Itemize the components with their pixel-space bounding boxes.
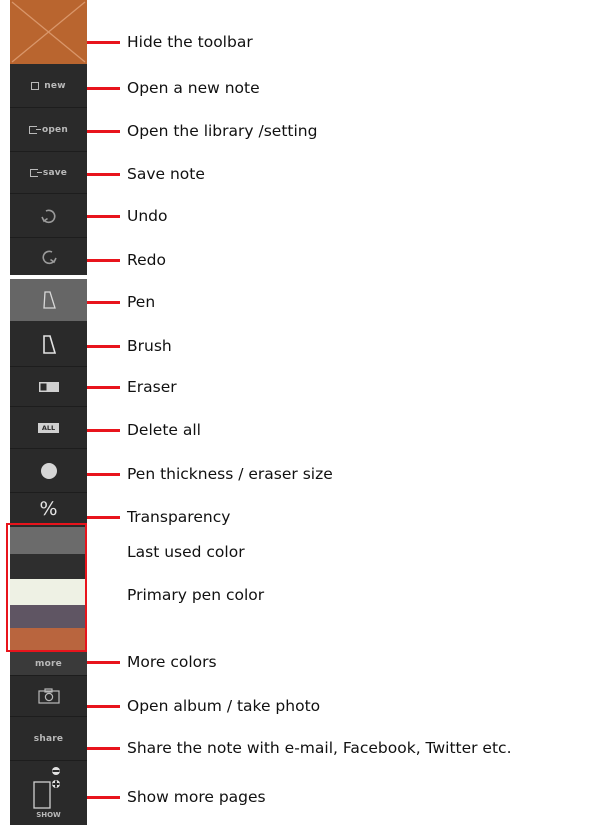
annotation-text: Open the library /setting: [127, 122, 318, 140]
annotation-transparency: Transparency: [87, 506, 230, 528]
eraser-tool-button[interactable]: [10, 367, 87, 407]
annotation-eraser: Eraser: [87, 376, 177, 398]
leader-line: [87, 385, 120, 389]
annotation-show-pages: Show more pages: [87, 786, 266, 808]
annotation-text: Brush: [127, 337, 172, 355]
annotation-text: Redo: [127, 251, 166, 269]
annotation-text: Open album / take photo: [127, 697, 321, 715]
annotation-text: Undo: [127, 207, 168, 225]
more-colors-button[interactable]: more: [10, 652, 87, 676]
annotation-text: Eraser: [127, 378, 177, 396]
annotation-text: Open a new note: [127, 79, 260, 97]
leader-line: [87, 344, 120, 348]
toolbar: new open save ALL % more share SHOW: [10, 0, 87, 825]
annotation-delete-all: Delete all: [87, 419, 201, 441]
share-button[interactable]: share: [10, 717, 87, 761]
new-note-button[interactable]: new: [10, 64, 87, 108]
leader-line: [87, 258, 120, 262]
save-button-label: save: [42, 167, 68, 178]
leader-line: [87, 40, 120, 44]
annotation-text: Share the note with e-mail, Facebook, Tw…: [127, 739, 512, 757]
transparency-symbol: %: [39, 498, 58, 520]
delete-all-button[interactable]: ALL: [10, 407, 87, 449]
annotation-save-note: Save note: [87, 163, 205, 185]
open-button-label: open: [42, 124, 68, 135]
annotation-text: Primary pen color: [127, 586, 265, 604]
redo-icon: [41, 250, 57, 264]
brush-icon: [42, 334, 56, 354]
delete-all-label: ALL: [41, 423, 56, 432]
show-label: SHOW: [36, 811, 61, 819]
annotation-hide-toolbar: Hide the toolbar: [87, 31, 253, 53]
brush-tool-button[interactable]: [10, 321, 87, 367]
undo-button[interactable]: [10, 194, 87, 238]
thickness-dot-icon: [40, 462, 57, 479]
square-icon: [31, 81, 40, 90]
annotation-primary-pen-color: Primary pen color: [87, 584, 264, 606]
redo-button[interactable]: [10, 238, 87, 275]
annotation-open-library: Open the library /setting: [87, 120, 317, 142]
color-swatch-last-used[interactable]: [10, 527, 87, 554]
save-note-button[interactable]: save: [10, 152, 87, 194]
leader-line: [87, 472, 120, 476]
annotation-text: Last used color: [127, 543, 245, 561]
annotation-text: Pen: [127, 293, 156, 311]
leader-line: [87, 795, 120, 799]
leader-line: [87, 129, 120, 133]
leader-line: [87, 746, 120, 750]
more-colors-label: more: [35, 658, 62, 669]
color-swatch-primary[interactable]: [10, 579, 87, 605]
annotation-text: Save note: [127, 165, 205, 183]
annotation-text: Transparency: [127, 508, 231, 526]
eraser-icon: [38, 381, 59, 392]
annotation-new-note: Open a new note: [87, 77, 260, 99]
cross-icon: [11, 1, 86, 63]
open-arrow-icon: [29, 125, 42, 134]
leader-line: [87, 515, 120, 519]
new-button-label: new: [44, 80, 66, 91]
annotation-share: Share the note with e-mail, Facebook, Tw…: [87, 737, 512, 759]
annotation-text: Show more pages: [127, 788, 266, 806]
undo-icon: [40, 209, 56, 223]
annotation-camera: Open album / take photo: [87, 695, 320, 717]
leader-line: [87, 704, 120, 708]
leader-line: [87, 214, 120, 218]
pen-icon: [42, 291, 56, 309]
annotation-more-colors: More colors: [87, 651, 217, 673]
color-swatch-purple[interactable]: [10, 605, 87, 628]
transparency-button[interactable]: %: [10, 493, 87, 525]
leader-line: [87, 660, 120, 664]
annotation-text: More colors: [127, 653, 217, 671]
annotation-last-used-color: Last used color: [87, 541, 245, 563]
pen-thickness-button[interactable]: [10, 449, 87, 493]
color-swatch-dark[interactable]: [10, 554, 87, 579]
annotation-brush: Brush: [87, 335, 172, 357]
show-pages-button[interactable]: SHOW: [10, 761, 87, 825]
annotation-text: Pen thickness / eraser size: [127, 465, 333, 483]
hide-toolbar-button[interactable]: [10, 0, 87, 64]
leader-line: [87, 86, 120, 90]
annotation-undo: Undo: [87, 205, 168, 227]
share-label: share: [33, 733, 64, 744]
annotation-text: Hide the toolbar: [127, 33, 253, 51]
leader-line: [87, 428, 120, 432]
camera-button[interactable]: [10, 676, 87, 717]
open-library-button[interactable]: open: [10, 108, 87, 152]
annotation-redo: Redo: [87, 249, 166, 271]
leader-line: [87, 172, 120, 176]
annotation-pen-thickness: Pen thickness / eraser size: [87, 463, 333, 485]
delete-all-badge: ALL: [37, 422, 60, 433]
save-arrow-icon: [29, 168, 42, 177]
color-swatch-orange[interactable]: [10, 628, 87, 650]
pen-tool-button[interactable]: [10, 279, 87, 321]
annotation-pen: Pen: [87, 291, 155, 313]
camera-icon: [37, 688, 60, 704]
annotation-text: Delete all: [127, 421, 201, 439]
leader-line: [87, 300, 120, 304]
